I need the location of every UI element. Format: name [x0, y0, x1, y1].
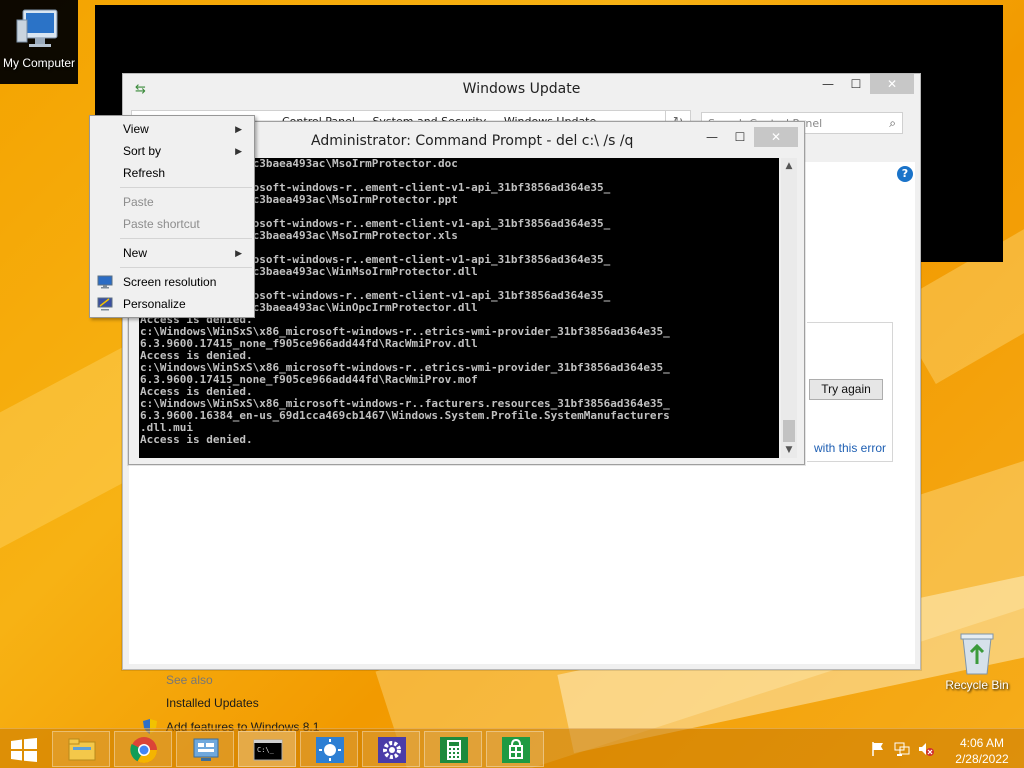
installed-updates-link[interactable]: Installed Updates	[166, 696, 259, 710]
start-button[interactable]	[10, 738, 38, 762]
submenu-arrow-icon: ▶	[235, 248, 242, 258]
command-prompt-icon: C:\_	[253, 739, 283, 761]
network-icon[interactable]	[894, 741, 910, 757]
store-icon	[502, 737, 530, 763]
menu-item-label: Paste	[123, 195, 154, 209]
console-line: 6.3.9600.16384_en-us_69d1cca469cb1467\Wi…	[140, 409, 670, 422]
settings-icon	[378, 737, 406, 763]
menu-item-label: Paste shortcut	[123, 217, 200, 231]
calculator-icon	[440, 737, 468, 763]
chrome-icon	[130, 737, 158, 764]
window-title: Administrator: Command Prompt - del c:\ …	[311, 133, 634, 149]
close-button[interactable]: ✕	[870, 74, 914, 94]
window-titlebar[interactable]: ⇆ Windows Update — ☐ ✕	[123, 74, 920, 104]
desktop-icon-label: My Computer	[2, 56, 76, 70]
try-again-button[interactable]: Try again	[809, 379, 883, 400]
menu-item-label: Refresh	[123, 166, 166, 180]
menu-item-view[interactable]: View ▶	[92, 119, 252, 140]
menu-item-paste-shortcut[interactable]: Paste shortcut	[92, 214, 252, 235]
taskbar-command-prompt[interactable]: C:\_	[238, 731, 296, 767]
taskbar-chrome[interactable]	[114, 731, 172, 767]
menu-separator	[120, 187, 252, 188]
taskbar: C:\_ 4:06 AM 2/28/2022	[0, 728, 1024, 768]
file-explorer-icon	[68, 738, 96, 761]
scroll-down-icon[interactable]: ▼	[781, 442, 797, 458]
scrollbar-thumb[interactable]	[783, 420, 795, 442]
menu-item-label: Sort by	[123, 144, 162, 158]
maximize-button[interactable]: ☐	[726, 127, 754, 147]
minimize-button[interactable]: —	[698, 127, 726, 147]
minimize-button[interactable]: —	[814, 74, 842, 94]
taskbar-settings[interactable]	[362, 731, 420, 767]
monitor-icon	[97, 275, 113, 289]
system-tray	[870, 741, 934, 757]
maximize-button[interactable]: ☐	[842, 74, 870, 94]
submenu-arrow-icon: ▶	[235, 146, 242, 156]
menu-item-new[interactable]: New ▶	[92, 243, 252, 264]
scroll-up-icon[interactable]: ▲	[781, 158, 797, 174]
menu-item-label: View	[123, 122, 149, 136]
action-center-flag-icon[interactable]	[870, 741, 886, 757]
console-line: Access is denied.	[140, 433, 253, 446]
console-scrollbar[interactable]: ▲ ▼	[781, 158, 797, 458]
close-button[interactable]: ✕	[754, 127, 798, 147]
recycle-bin-icon	[960, 633, 994, 675]
menu-item-label: Screen resolution	[123, 275, 217, 289]
volume-muted-icon[interactable]	[918, 741, 934, 757]
computer-icon	[16, 9, 58, 47]
taskbar-clock[interactable]: 4:06 AM 2/28/2022	[950, 735, 1014, 767]
menu-item-sort-by[interactable]: Sort by ▶	[92, 141, 252, 162]
desktop-icon-recycle-bin[interactable]: Recycle Bin	[938, 628, 1016, 700]
taskbar-store[interactable]	[486, 731, 544, 767]
menu-separator	[120, 238, 252, 239]
clock-date: 2/28/2022	[955, 752, 1009, 766]
desktop-context-menu[interactable]: View ▶ Sort by ▶ Refresh Paste Paste sho…	[89, 115, 255, 318]
menu-separator	[120, 267, 252, 268]
menu-item-refresh[interactable]: Refresh	[92, 163, 252, 184]
menu-item-label: Personalize	[123, 297, 186, 311]
desktop-icon-my-computer[interactable]: My Computer	[0, 0, 78, 84]
menu-item-screen-resolution[interactable]: Screen resolution	[92, 272, 252, 293]
menu-item-label: New	[123, 246, 148, 260]
taskbar-file-explorer[interactable]	[52, 731, 110, 767]
submenu-arrow-icon: ▶	[235, 124, 242, 134]
personalize-icon	[97, 297, 113, 311]
taskbar-weather[interactable]	[300, 731, 358, 767]
see-also-heading: See also	[166, 673, 213, 687]
menu-item-personalize[interactable]: Personalize	[92, 294, 252, 315]
search-icon[interactable]: ⌕	[889, 116, 896, 131]
svg-text:C:\_: C:\_	[257, 746, 275, 754]
desktop-icon-label: Recycle Bin	[945, 678, 1009, 692]
taskbar-calculator[interactable]	[424, 731, 482, 767]
taskbar-control-panel[interactable]	[176, 731, 234, 767]
weather-icon	[316, 737, 344, 763]
menu-item-paste[interactable]: Paste	[92, 192, 252, 213]
clock-time: 4:06 AM	[959, 736, 1005, 750]
window-title: Windows Update	[462, 81, 581, 97]
error-help-link[interactable]: with this error	[814, 441, 886, 455]
help-icon[interactable]: ?	[897, 166, 913, 182]
control-panel-icon	[193, 738, 219, 761]
